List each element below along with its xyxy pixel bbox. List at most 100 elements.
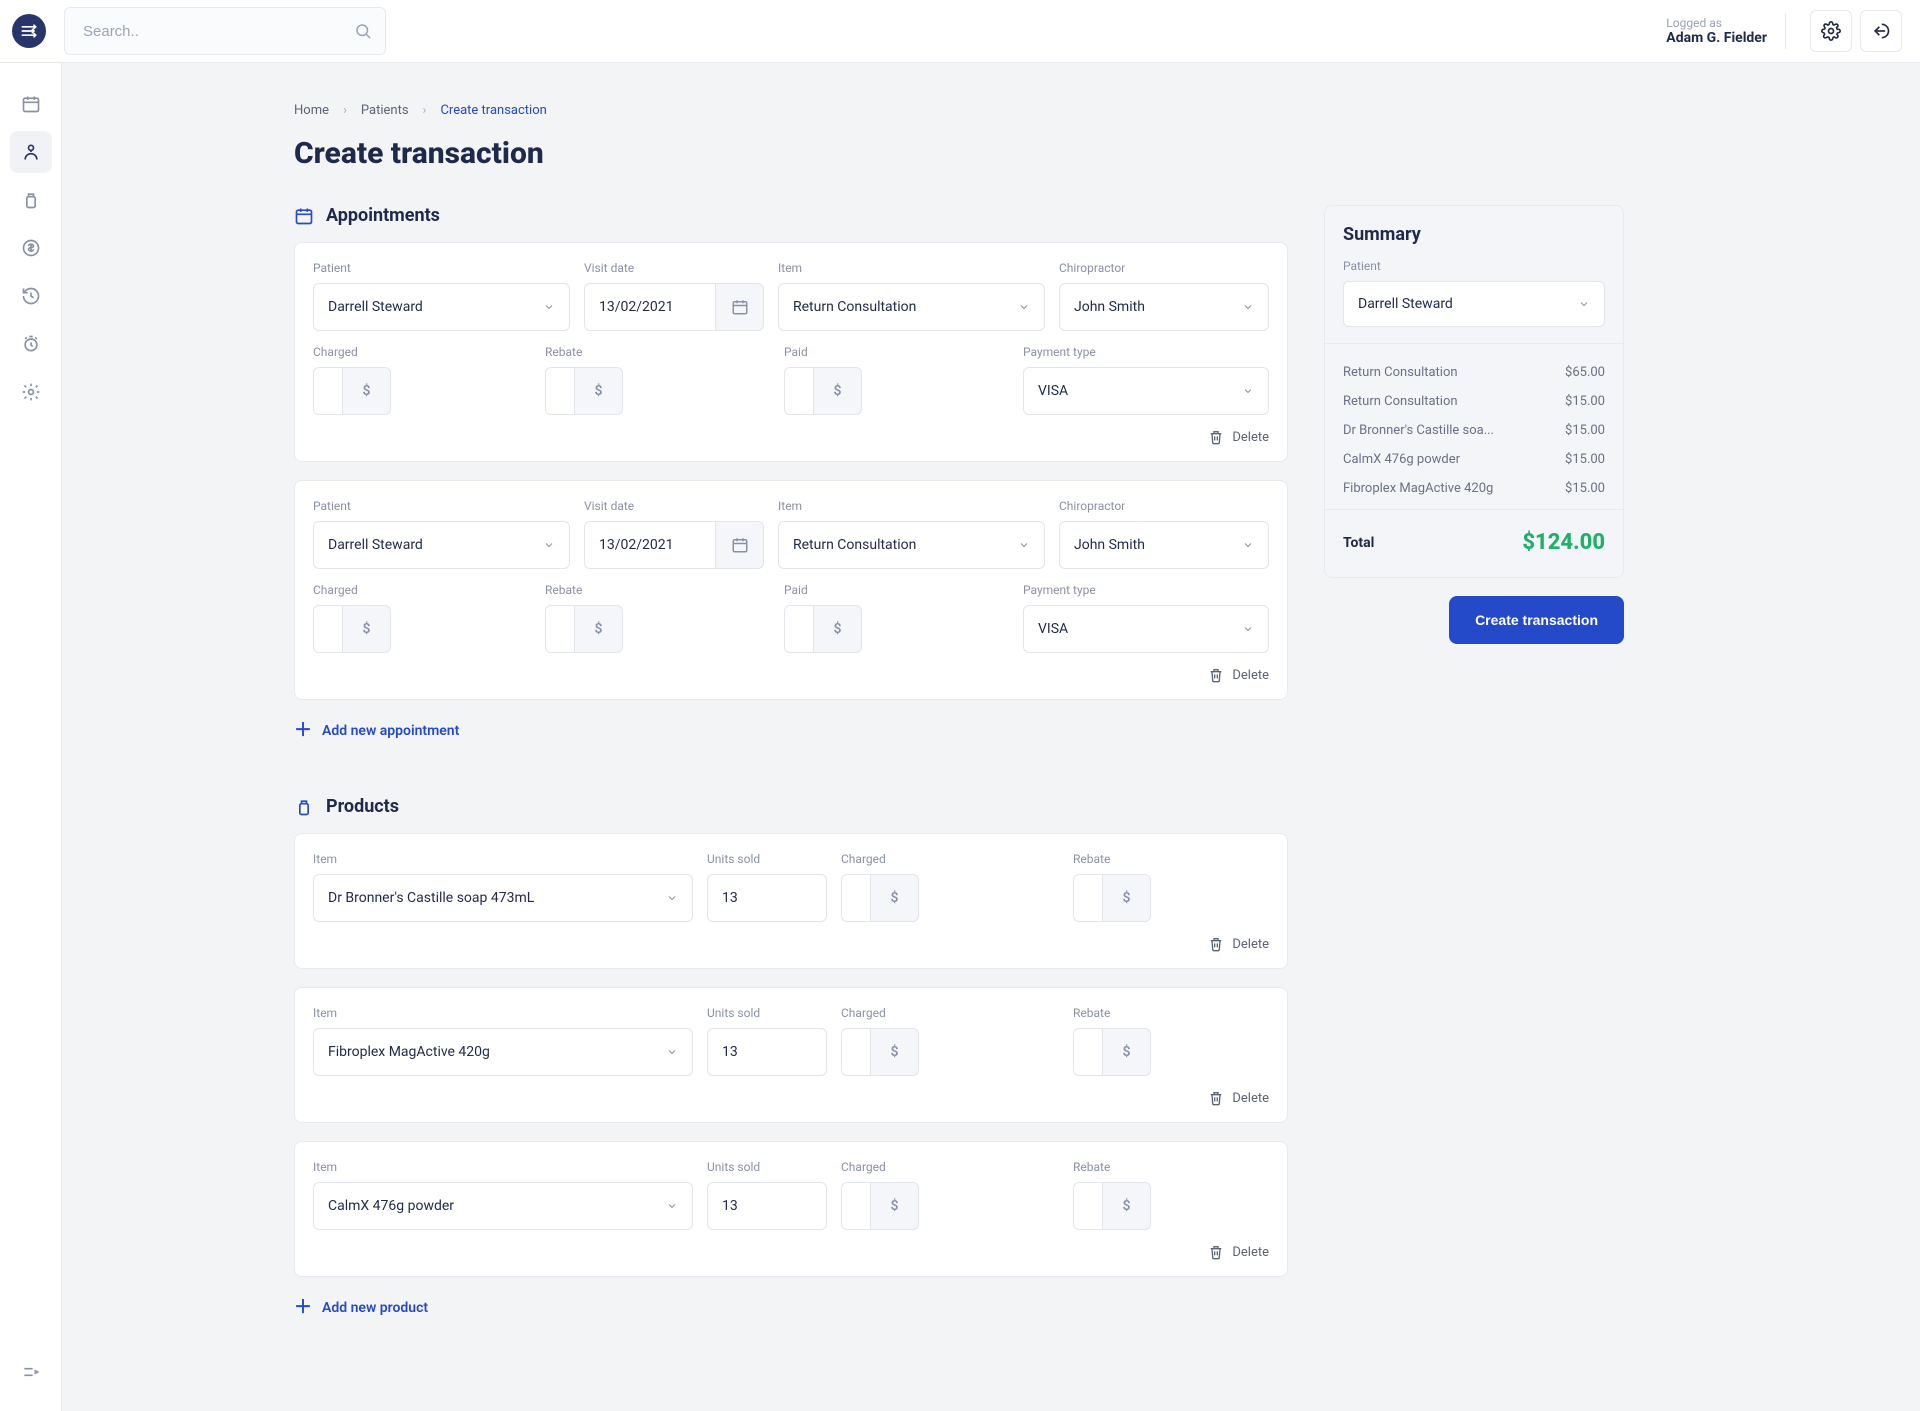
product-rebate-input[interactable] <box>1073 1182 1103 1230</box>
add-product-label: Add new product <box>322 1300 428 1316</box>
delete-appointment-button[interactable]: Delete <box>1208 429 1269 445</box>
currency-addon: $ <box>575 367 623 415</box>
sidebar-item-collapse[interactable] <box>10 1351 52 1393</box>
visit-date-input[interactable]: 13/02/2021 <box>584 283 716 331</box>
add-product-button[interactable]: ＋ Add new product <box>294 1299 428 1317</box>
date-picker-button[interactable] <box>716 283 764 331</box>
sidebar-item-billing[interactable] <box>10 227 52 269</box>
delete-product-button[interactable]: Delete <box>1208 1244 1269 1260</box>
charged-input[interactable] <box>313 605 343 653</box>
item-select[interactable]: Return Consultation <box>778 521 1045 569</box>
topbar: Logged as Adam G. Fielder <box>0 0 1920 63</box>
summary-line: Fibroplex MagActive 420g $15.00 <box>1343 474 1605 503</box>
payment-type-select[interactable]: VISA <box>1023 367 1269 415</box>
item-select-value: Return Consultation <box>793 299 916 315</box>
logged-as-label: Logged as <box>1666 16 1767 30</box>
summary-line-price: $15.00 <box>1565 481 1605 496</box>
product-charged-input[interactable] <box>841 1182 871 1230</box>
patient-select[interactable]: Darrell Steward <box>313 283 570 331</box>
product-item-select-value: Fibroplex MagActive 420g <box>328 1044 490 1060</box>
chevron-down-icon <box>1242 539 1254 551</box>
currency-addon: $ <box>1103 874 1151 922</box>
visit-date-value: 13/02/2021 <box>599 299 674 315</box>
sidebar-item-calendar[interactable] <box>10 83 52 125</box>
units-sold-input[interactable]: 13 <box>707 874 827 922</box>
page-title: Create transaction <box>294 136 1624 171</box>
chevron-down-icon <box>1242 301 1254 313</box>
product-card: Item CalmX 476g powder Units sold 13 Cha… <box>294 1141 1288 1277</box>
visit-date-input[interactable]: 13/02/2021 <box>584 521 716 569</box>
summary-line-price: $65.00 <box>1565 365 1605 380</box>
breadcrumb-patients[interactable]: Patients <box>361 103 409 118</box>
sidebar-item-products[interactable] <box>10 179 52 221</box>
chevron-down-icon <box>543 539 555 551</box>
product-item-select[interactable]: Dr Bronner's Castille soap 473mL <box>313 874 693 922</box>
sidebar-item-patients[interactable] <box>10 131 52 173</box>
payment-type-select-value: VISA <box>1038 383 1068 399</box>
patient-select[interactable]: Darrell Steward <box>313 521 570 569</box>
product-item-select[interactable]: Fibroplex MagActive 420g <box>313 1028 693 1076</box>
units-sold-input[interactable]: 13 <box>707 1182 827 1230</box>
delete-appointment-button[interactable]: Delete <box>1208 667 1269 683</box>
summary-card: Summary Patient Darrell Steward Return C… <box>1324 205 1624 578</box>
calendar-icon <box>731 536 749 554</box>
currency-addon: $ <box>871 1182 919 1230</box>
currency-addon: $ <box>871 874 919 922</box>
product-item-select-value: Dr Bronner's Castille soap 473mL <box>328 890 534 906</box>
product-charged-input[interactable] <box>841 1028 871 1076</box>
product-rebate-input[interactable] <box>1073 1028 1103 1076</box>
add-appointment-button[interactable]: ＋ Add new appointment <box>294 722 459 740</box>
summary-line-price: $15.00 <box>1565 394 1605 409</box>
breadcrumb-home[interactable]: Home <box>294 103 329 118</box>
paid-input[interactable] <box>784 605 814 653</box>
settings-button[interactable] <box>1810 10 1852 52</box>
delete-product-button[interactable]: Delete <box>1208 1090 1269 1106</box>
payment-type-select[interactable]: VISA <box>1023 605 1269 653</box>
product-icon <box>294 797 314 817</box>
gear-icon <box>1821 21 1841 41</box>
date-picker-button[interactable] <box>716 521 764 569</box>
logout-button[interactable] <box>1860 10 1902 52</box>
units-sold-value: 13 <box>722 890 738 906</box>
sidebar-item-reminders[interactable] <box>10 323 52 365</box>
summary-patient-value: Darrell Steward <box>1358 296 1453 312</box>
item-select[interactable]: Return Consultation <box>778 283 1045 331</box>
delete-product-button[interactable]: Delete <box>1208 936 1269 952</box>
charged-input[interactable] <box>313 367 343 415</box>
chiropractor-select[interactable]: John Smith <box>1059 521 1269 569</box>
search-wrap <box>64 7 386 55</box>
currency-addon: $ <box>814 367 862 415</box>
sidebar-item-history[interactable] <box>10 275 52 317</box>
appointment-card: Patient Darrell Steward Visit date 13/02… <box>294 242 1288 462</box>
chevron-down-icon <box>543 301 555 313</box>
summary-line: Return Consultation $15.00 <box>1343 387 1605 416</box>
search-input[interactable] <box>64 7 386 55</box>
summary-total-label: Total <box>1343 535 1374 551</box>
product-item-select[interactable]: CalmX 476g powder <box>313 1182 693 1230</box>
chevron-down-icon <box>1242 385 1254 397</box>
chiropractor-select[interactable]: John Smith <box>1059 283 1269 331</box>
main: Home › Patients › Create transaction Cre… <box>62 63 1920 1411</box>
currency-addon: $ <box>814 605 862 653</box>
product-card: Item Dr Bronner's Castille soap 473mL Un… <box>294 833 1288 969</box>
rebate-input[interactable] <box>545 367 575 415</box>
summary-patient-select[interactable]: Darrell Steward <box>1343 281 1605 327</box>
label-rebate: Rebate <box>1073 1006 1291 1020</box>
chevron-down-icon <box>1018 539 1030 551</box>
plus-icon: ＋ <box>294 722 312 740</box>
rebate-input[interactable] <box>545 605 575 653</box>
units-sold-input[interactable]: 13 <box>707 1028 827 1076</box>
product-charged-input[interactable] <box>841 874 871 922</box>
label-charged: Charged <box>841 1006 1059 1020</box>
appointment-card: Patient Darrell Steward Visit date 13/02… <box>294 480 1288 700</box>
create-transaction-button[interactable]: Create transaction <box>1449 596 1624 644</box>
paid-input[interactable] <box>784 367 814 415</box>
delete-label: Delete <box>1232 937 1269 952</box>
label-rebate: Rebate <box>545 583 770 597</box>
delete-label: Delete <box>1232 430 1269 445</box>
delete-label: Delete <box>1232 668 1269 683</box>
product-rebate-input[interactable] <box>1073 874 1103 922</box>
sidebar-item-settings[interactable] <box>10 371 52 413</box>
label-visit-date: Visit date <box>584 261 764 275</box>
currency-addon: $ <box>1103 1182 1151 1230</box>
